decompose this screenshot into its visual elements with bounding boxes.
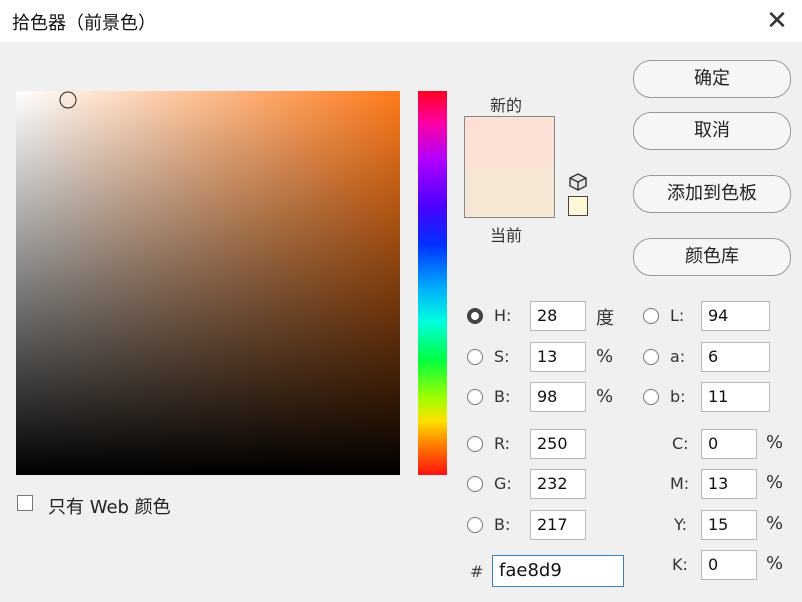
web-colors-checkbox[interactable] <box>17 495 33 511</box>
k-label: K: <box>672 555 688 574</box>
radio-h[interactable] <box>467 308 483 324</box>
radio-r[interactable] <box>467 436 483 452</box>
g-input[interactable]: 232 <box>530 469 586 499</box>
c-unit: % <box>766 432 784 453</box>
h-input[interactable]: 28 <box>530 301 586 331</box>
r-input[interactable]: 250 <box>530 429 586 459</box>
radio-blue[interactable] <box>467 517 483 533</box>
h-label: H: <box>494 306 512 325</box>
web-safe-color-swatch[interactable] <box>568 196 588 216</box>
color-preview <box>464 116 555 218</box>
hex-symbol: # <box>470 562 484 581</box>
y-input[interactable]: 15 <box>701 510 757 540</box>
l-label: L: <box>670 306 685 325</box>
new-color-swatch <box>465 117 554 167</box>
m-label: M: <box>670 474 690 493</box>
hex-input[interactable]: fae8d9 <box>492 555 624 587</box>
brightness-unit: % <box>596 386 614 407</box>
brightness-input[interactable]: 98 <box>530 382 586 412</box>
color-libraries-button[interactable]: 颜色库 <box>633 238 791 276</box>
lab-b-input[interactable]: 11 <box>701 382 770 412</box>
close-icon[interactable]: ✕ <box>762 6 792 36</box>
ok-button[interactable]: 确定 <box>633 60 791 98</box>
m-unit: % <box>766 472 784 493</box>
current-color-label: 当前 <box>490 226 523 245</box>
y-unit: % <box>766 513 784 534</box>
h-unit: 度 <box>596 308 614 329</box>
m-input[interactable]: 13 <box>701 469 757 499</box>
radio-a[interactable] <box>643 349 659 365</box>
blue-label: B: <box>494 515 511 534</box>
y-label: Y: <box>674 515 688 534</box>
add-to-swatches-button[interactable]: 添加到色板 <box>633 175 791 213</box>
k-unit: % <box>766 553 784 574</box>
window-title: 拾色器（前景色） <box>12 13 156 34</box>
title-bar: 拾色器（前景色） ✕ <box>0 0 802 42</box>
radio-brightness[interactable] <box>467 389 483 405</box>
s-label: S: <box>494 347 510 366</box>
c-label: C: <box>672 434 689 453</box>
a-input[interactable]: 6 <box>701 342 770 372</box>
radio-l[interactable] <box>643 308 659 324</box>
new-color-label: 新的 <box>490 96 523 115</box>
radio-g[interactable] <box>467 476 483 492</box>
web-colors-label: 只有 Web 颜色 <box>48 497 171 518</box>
brightness-label: B: <box>494 387 511 406</box>
radio-s[interactable] <box>467 349 483 365</box>
r-label: R: <box>494 434 511 453</box>
color-field-cursor[interactable] <box>59 91 77 109</box>
k-input[interactable]: 0 <box>701 550 757 580</box>
g-label: G: <box>494 474 512 493</box>
hue-slider[interactable] <box>418 91 447 475</box>
radio-lab-b[interactable] <box>643 389 659 405</box>
cancel-button[interactable]: 取消 <box>633 112 791 150</box>
s-input[interactable]: 13 <box>530 342 586 372</box>
c-input[interactable]: 0 <box>701 429 757 459</box>
lab-b-label: b: <box>670 387 686 406</box>
current-color-swatch[interactable] <box>465 167 554 217</box>
l-input[interactable]: 94 <box>701 301 770 331</box>
a-label: a: <box>670 347 686 366</box>
color-field[interactable] <box>16 91 400 475</box>
s-unit: % <box>596 346 614 367</box>
blue-input[interactable]: 217 <box>530 510 586 540</box>
cube-icon[interactable] <box>568 172 588 192</box>
